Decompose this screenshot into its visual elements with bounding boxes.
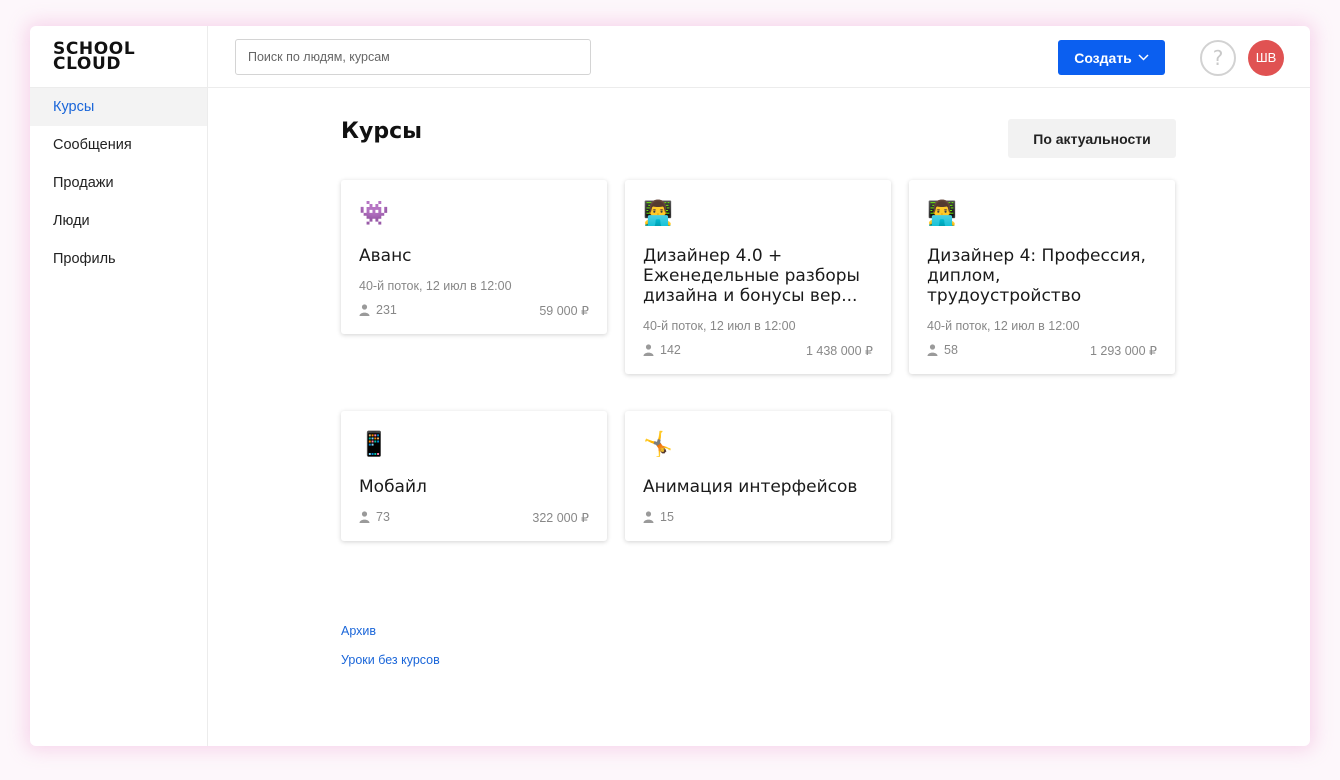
- sidebar-item-sales[interactable]: Продажи: [30, 164, 207, 202]
- lessons-without-courses-link[interactable]: Уроки без курсов: [341, 653, 440, 667]
- archive-link[interactable]: Архив: [341, 624, 376, 638]
- help-button[interactable]: ?: [1200, 40, 1236, 76]
- sidebar-nav: Курсы Сообщения Продажи Люди Профиль: [30, 88, 207, 278]
- avatar[interactable]: ШВ: [1248, 40, 1284, 76]
- students-count: 142: [643, 343, 681, 357]
- create-button[interactable]: Создать: [1058, 40, 1165, 75]
- course-price: 1 438 000 ₽: [805, 343, 873, 358]
- sidebar-item-courses[interactable]: Курсы: [30, 88, 207, 126]
- search-input[interactable]: [235, 39, 591, 75]
- person-icon: [359, 511, 370, 523]
- course-title: Дизайнер 4: Профессия, диплом, трудоустр…: [927, 246, 1146, 306]
- technologist-icon: 👨‍💻: [643, 200, 673, 227]
- students-count-value: 231: [376, 303, 397, 317]
- course-schedule: 40-й поток, 12 июл в 12:00: [927, 319, 1080, 333]
- students-count-value: 142: [660, 343, 681, 357]
- students-count: 58: [927, 343, 958, 357]
- sidebar-item-profile[interactable]: Профиль: [30, 240, 207, 278]
- course-meta: 58 1 293 000 ₽: [927, 342, 1157, 358]
- course-card-interface-animation[interactable]: 🤸 Анимация интерфейсов 15: [625, 411, 891, 541]
- students-count: 73: [359, 510, 390, 524]
- course-schedule: 40-й поток, 12 июл в 12:00: [359, 279, 512, 293]
- top-bar: Создать ? ШВ: [208, 26, 1310, 88]
- course-title: Анимация интерфейсов: [643, 477, 858, 497]
- sidebar-item-people[interactable]: Люди: [30, 202, 207, 240]
- person-icon: [359, 304, 370, 316]
- alien-monster-icon: 👾: [359, 200, 389, 227]
- students-count: 15: [643, 510, 674, 524]
- person-icon: [643, 344, 654, 356]
- app-window: SCHOOL CLOUD Курсы Сообщения Продажи Люд…: [30, 26, 1310, 746]
- logo[interactable]: SCHOOL CLOUD: [30, 26, 207, 88]
- page-title: Курсы: [341, 119, 423, 144]
- logo-line-2: CLOUD: [53, 54, 122, 74]
- sidebar-item-messages[interactable]: Сообщения: [30, 126, 207, 164]
- main-content: Курсы По актуальности 👾 Аванс 40-й поток…: [208, 88, 1310, 746]
- students-count-value: 15: [660, 510, 674, 524]
- course-price: 322 000 ₽: [532, 510, 589, 525]
- cartwheel-icon: 🤸: [643, 431, 673, 458]
- course-price: 59 000 ₽: [539, 303, 589, 318]
- course-meta: 231 59 000 ₽: [359, 302, 589, 318]
- technologist-icon: 👨‍💻: [927, 200, 957, 227]
- course-title: Дизайнер 4.0 + Еженедельные разборы диза…: [643, 246, 860, 306]
- course-meta: 142 1 438 000 ₽: [643, 342, 873, 358]
- course-meta: 15: [643, 509, 873, 525]
- course-card-avans[interactable]: 👾 Аванс 40-й поток, 12 июл в 12:00 231 5…: [341, 180, 607, 334]
- mobile-phone-icon: 📱: [359, 431, 389, 458]
- course-card-designer-4-profession[interactable]: 👨‍💻 Дизайнер 4: Профессия, диплом, трудо…: [909, 180, 1175, 374]
- person-icon: [927, 344, 938, 356]
- create-button-label: Создать: [1074, 49, 1132, 66]
- person-icon: [643, 511, 654, 523]
- course-price: 1 293 000 ₽: [1089, 343, 1157, 358]
- course-meta: 73 322 000 ₽: [359, 509, 589, 525]
- course-title: Аванс: [359, 246, 412, 266]
- sort-button[interactable]: По актуальности: [1008, 119, 1176, 158]
- students-count-value: 73: [376, 510, 390, 524]
- course-card-designer-4-plus[interactable]: 👨‍💻 Дизайнер 4.0 + Еженедельные разборы …: [625, 180, 891, 374]
- sidebar: SCHOOL CLOUD Курсы Сообщения Продажи Люд…: [30, 26, 208, 746]
- students-count-value: 58: [944, 343, 958, 357]
- chevron-down-icon: [1138, 54, 1149, 61]
- students-count: 231: [359, 303, 397, 317]
- course-schedule: 40-й поток, 12 июл в 12:00: [643, 319, 796, 333]
- course-title: Мобайл: [359, 477, 427, 497]
- course-card-mobile[interactable]: 📱 Мобайл 73 322 000 ₽: [341, 411, 607, 541]
